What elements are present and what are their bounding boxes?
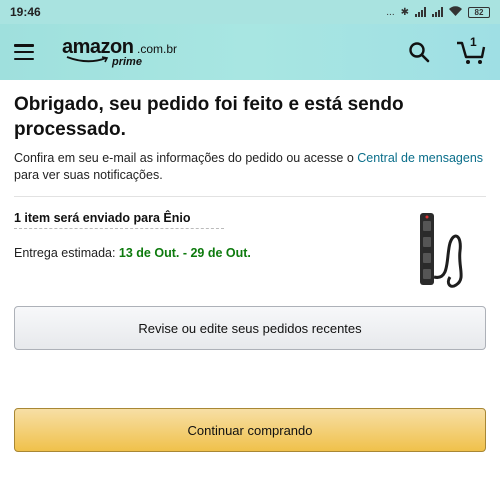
review-orders-button[interactable]: Revise ou edite seus pedidos recentes: [14, 306, 486, 350]
battery-icon: 82: [468, 6, 490, 18]
signal-icon-2: [432, 7, 443, 17]
power-strip-icon[interactable]: [406, 207, 478, 291]
delivery-date: 13 de Out. - 29 de Out.: [118, 246, 251, 260]
wifi-icon: [449, 5, 462, 19]
status-bar: 19:46 ... ✱ 82: [0, 0, 500, 24]
delivery-label: Entrega estimada:: [14, 246, 119, 260]
continue-shopping-button[interactable]: Continuar comprando: [14, 408, 486, 452]
status-time: 19:46: [10, 5, 41, 19]
order-confirmation: Obrigado, seu pedido foi feito e está se…: [14, 92, 486, 299]
status-icons: ... ✱ 82: [386, 5, 490, 19]
cart-count: 1: [470, 35, 477, 49]
app-header: amazon .com.br prime 1: [0, 24, 500, 80]
message-center-link[interactable]: Central de mensagens: [357, 151, 483, 165]
signal-icon: [415, 7, 426, 17]
page-title: Obrigado, seu pedido foi feito e está se…: [14, 94, 404, 140]
cart-button[interactable]: 1: [456, 35, 486, 65]
shipping-address-redacted: [14, 228, 224, 232]
smile-arrow-icon: [66, 56, 109, 63]
more-dots-icon: ...: [386, 6, 395, 18]
amazon-prime-logo[interactable]: amazon .com.br prime: [62, 32, 182, 72]
confirmation-message: Confira em seu e-mail as informações do …: [14, 150, 486, 184]
message-text: Confira em seu e-mail as informações do …: [14, 151, 358, 165]
header-actions: 1: [408, 35, 486, 65]
logo-prime: prime: [112, 56, 142, 68]
search-icon[interactable]: [408, 41, 430, 63]
hamburger-menu-icon[interactable]: [14, 44, 34, 60]
divider: [14, 196, 486, 197]
message-text-end: para ver suas notificações.: [14, 168, 163, 182]
logo-domain: .com.br: [137, 42, 178, 56]
shipment-summary: 1 item será enviado para Ênio Entrega es…: [14, 211, 486, 299]
bluetooth-icon: ✱: [400, 6, 409, 18]
